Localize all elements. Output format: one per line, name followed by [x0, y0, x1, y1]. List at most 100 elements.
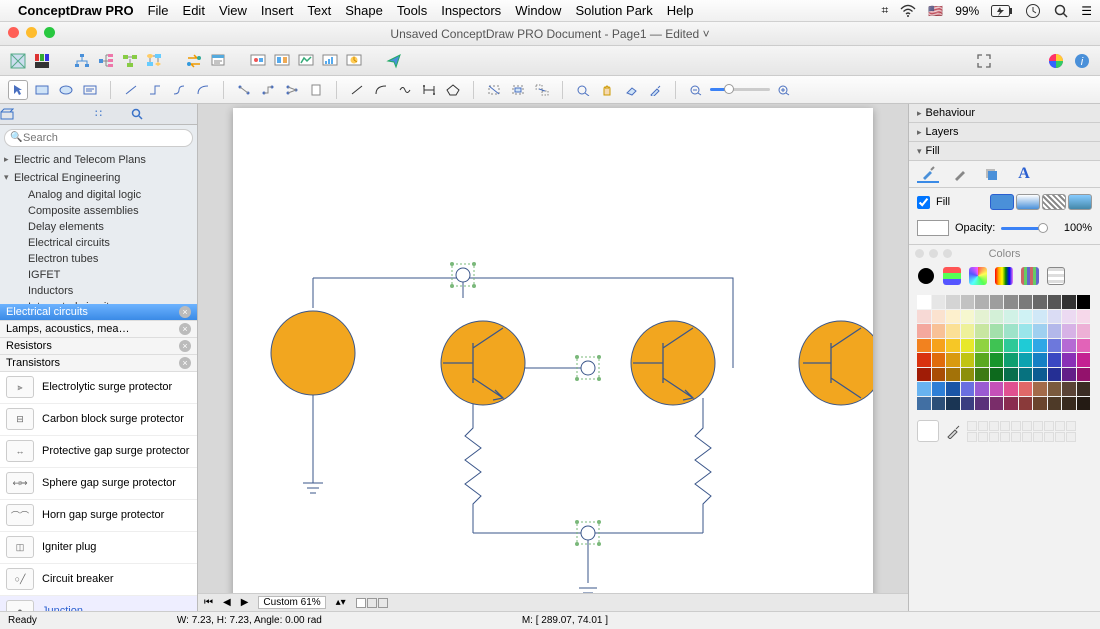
color-swatch[interactable]: [946, 368, 960, 382]
color-swatch[interactable]: [1033, 397, 1047, 411]
color-swatch[interactable]: [1033, 324, 1047, 338]
zoom-tool-icon[interactable]: [573, 80, 593, 100]
hypernote-icon[interactable]: [208, 51, 228, 71]
color-swatch[interactable]: [932, 368, 946, 382]
color-swatch[interactable]: [932, 382, 946, 396]
color-list-tab-icon[interactable]: [1047, 267, 1065, 285]
rectangle-tool-icon[interactable]: [32, 80, 52, 100]
align-2-icon[interactable]: [258, 80, 278, 100]
color-swatch[interactable]: [1062, 310, 1076, 324]
color-swatch[interactable]: [1019, 368, 1033, 382]
color-pencils-tab-icon[interactable]: [1021, 267, 1039, 285]
menu-window[interactable]: Window: [515, 3, 561, 18]
line-tool-icon[interactable]: [347, 80, 367, 100]
color-swatch[interactable]: [932, 339, 946, 353]
sidebar-tab-lib[interactable]: [0, 105, 66, 123]
menu-inspectors[interactable]: Inspectors: [441, 3, 501, 18]
color-swatch[interactable]: [1004, 353, 1018, 367]
color-swatch[interactable]: [975, 295, 989, 309]
eyedropper-icon[interactable]: [945, 423, 961, 439]
bounds-2-icon[interactable]: [508, 80, 528, 100]
flowchart-icon[interactable]: [144, 51, 164, 71]
color-swatch[interactable]: [1062, 368, 1076, 382]
color-swatch[interactable]: [1019, 310, 1033, 324]
color-swatch[interactable]: [975, 382, 989, 396]
color-wheel-icon[interactable]: [1046, 51, 1066, 71]
zoom-slider[interactable]: [710, 88, 770, 91]
color-swatch[interactable]: [1033, 339, 1047, 353]
fill-tab-brush-icon[interactable]: [917, 165, 939, 183]
color-swatch[interactable]: [946, 310, 960, 324]
color-swatch[interactable]: [1077, 368, 1091, 382]
close-library-button[interactable]: ×: [179, 340, 191, 352]
color-swatch[interactable]: [946, 295, 960, 309]
color-swatch[interactable]: [975, 397, 989, 411]
color-swatch[interactable]: [975, 324, 989, 338]
opacity-slider[interactable]: [1001, 227, 1048, 230]
color-swatch[interactable]: [1062, 397, 1076, 411]
color-swatch[interactable]: [1004, 310, 1018, 324]
color-swatch[interactable]: [917, 368, 931, 382]
color-swatch[interactable]: [975, 310, 989, 324]
open-library-row[interactable]: Electrical circuits×: [0, 304, 197, 321]
connector-direct-icon[interactable]: [121, 80, 141, 100]
tree-item[interactable]: Inductors: [0, 283, 197, 299]
presentation5-icon[interactable]: [344, 51, 364, 71]
color-swatch[interactable]: [1048, 353, 1062, 367]
sidebar-tab-grid[interactable]: ∷: [66, 104, 132, 123]
color-swatch[interactable]: [1048, 324, 1062, 338]
color-swatch[interactable]: [946, 397, 960, 411]
library-search-input[interactable]: [4, 129, 193, 147]
eyedropper-tool-icon[interactable]: [645, 80, 665, 100]
presentation4-icon[interactable]: [320, 51, 340, 71]
color-swatch[interactable]: [917, 295, 931, 309]
color-swatch[interactable]: [1048, 397, 1062, 411]
zoom-in-icon[interactable]: [774, 80, 794, 100]
color-swatch[interactable]: [961, 324, 975, 338]
wifi-icon[interactable]: [900, 3, 916, 19]
color-swatch[interactable]: [946, 324, 960, 338]
color-swatch[interactable]: [1048, 382, 1062, 396]
menu-insert[interactable]: Insert: [261, 3, 294, 18]
color-swatch[interactable]: [961, 295, 975, 309]
color-spectrum-tab-icon[interactable]: [995, 267, 1013, 285]
color-swatch[interactable]: [1019, 382, 1033, 396]
open-library-row[interactable]: Transistors×: [0, 355, 197, 372]
inspector-section-layers[interactable]: Layers: [909, 123, 1100, 142]
color-swatch[interactable]: [917, 324, 931, 338]
align-1-icon[interactable]: [234, 80, 254, 100]
color-swatch[interactable]: [961, 353, 975, 367]
tree-item[interactable]: Delay elements: [0, 219, 197, 235]
color-swatch[interactable]: [1004, 339, 1018, 353]
color-swatch[interactable]: [990, 310, 1004, 324]
color-swatch[interactable]: [1048, 310, 1062, 324]
color-swatch[interactable]: [1004, 397, 1018, 411]
close-library-button[interactable]: ×: [179, 357, 191, 369]
shape-row[interactable]: ⌒⌒Horn gap surge protector: [0, 500, 197, 532]
color-swatch[interactable]: [1077, 382, 1091, 396]
open-library-row[interactable]: Resistors×: [0, 338, 197, 355]
color-swatch[interactable]: [1077, 310, 1091, 324]
color-swatch[interactable]: [1033, 382, 1047, 396]
connector-smart-icon[interactable]: [145, 80, 165, 100]
close-window-button[interactable]: [8, 27, 19, 38]
color-swatch[interactable]: [961, 339, 975, 353]
color-sliders-tab-icon[interactable]: [943, 267, 961, 285]
color-swatch[interactable]: [1019, 295, 1033, 309]
color-swatch[interactable]: [990, 295, 1004, 309]
clock-icon[interactable]: [1025, 3, 1041, 19]
inspector-section-behaviour[interactable]: Behaviour: [909, 104, 1100, 123]
color-swatch[interactable]: [1077, 339, 1091, 353]
shape-row[interactable]: ↤↦Sphere gap surge protector: [0, 468, 197, 500]
expand-icon[interactable]: [974, 51, 994, 71]
color-swatch[interactable]: [946, 353, 960, 367]
connector-round-icon[interactable]: [193, 80, 213, 100]
zoom-out-icon[interactable]: [686, 80, 706, 100]
fill-tab-pen-icon[interactable]: [949, 165, 971, 183]
menu-solution-park[interactable]: Solution Park: [575, 3, 652, 18]
color-swatch[interactable]: [1077, 324, 1091, 338]
tree-item[interactable]: IGFET: [0, 267, 197, 283]
menu-file[interactable]: File: [148, 3, 169, 18]
canvas-area[interactable]: [198, 104, 908, 593]
page-thumb[interactable]: [356, 598, 388, 608]
